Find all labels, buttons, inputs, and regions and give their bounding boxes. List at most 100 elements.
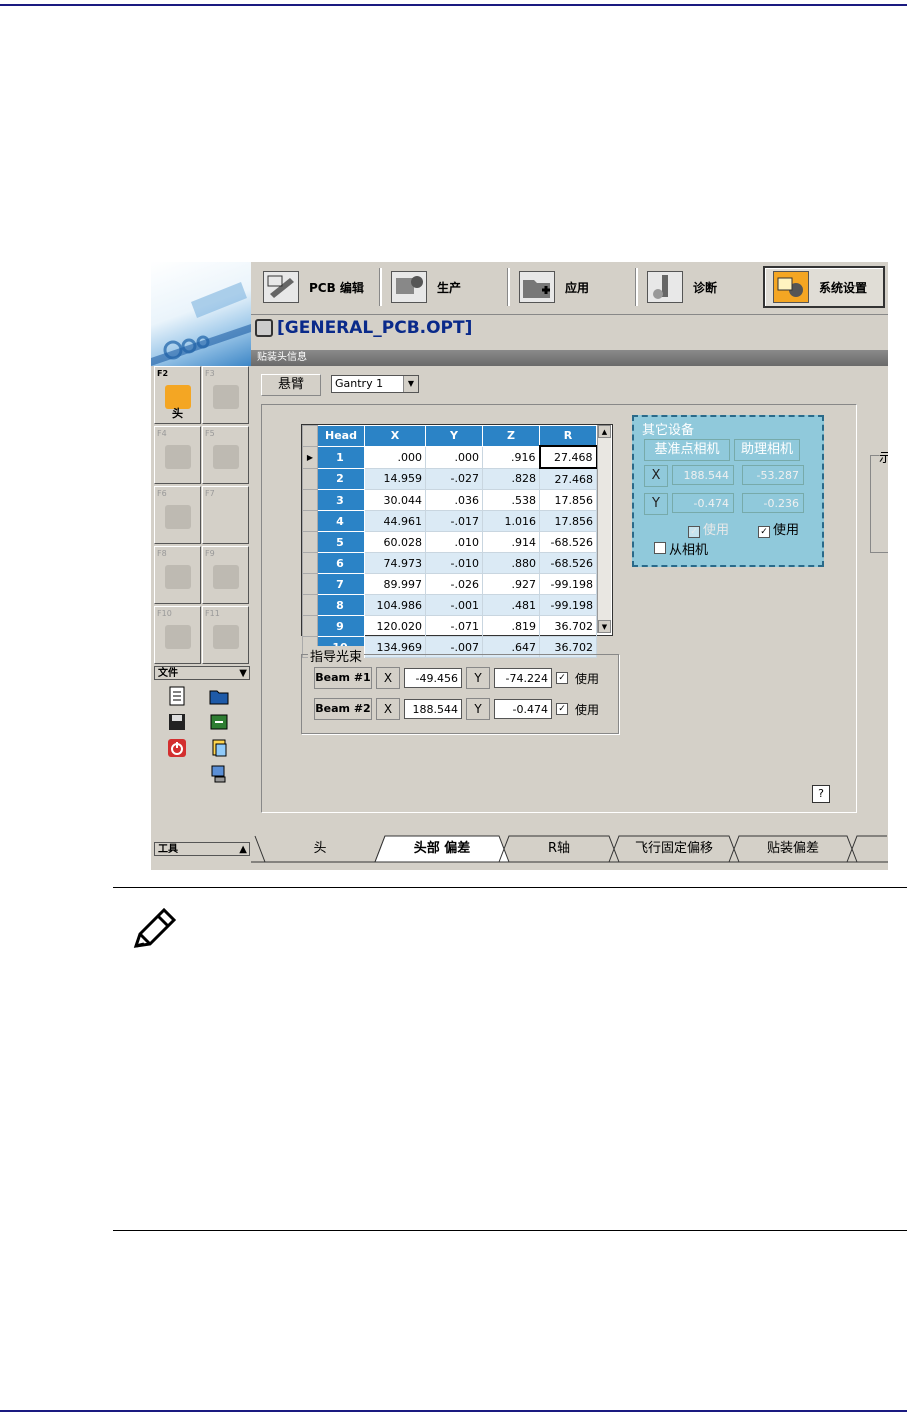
beam-2-use-checkbox[interactable]: ✓ — [556, 703, 568, 715]
table-cell[interactable]: 17.856 — [539, 489, 597, 511]
table-row[interactable]: 2 14.959 -.027 .828 27.468 — [302, 467, 597, 490]
tab-head[interactable]: 头 — [265, 836, 375, 862]
table-cell[interactable]: -.001 — [425, 594, 483, 616]
table-cell[interactable]: -99.198 — [539, 573, 597, 595]
fiducial-y-field[interactable]: -0.474 — [672, 493, 734, 513]
fkey-f3[interactable]: F3 — [202, 366, 249, 424]
table-row[interactable]: ▶ 1 .000 .000 .916 27.468 — [302, 445, 598, 469]
application-button[interactable]: 应用 — [511, 266, 631, 308]
tab-head-offset[interactable]: 头部 偏差 — [389, 836, 495, 862]
fkey-f4[interactable]: F4 — [154, 426, 201, 484]
fkey-f8[interactable]: F8 — [154, 546, 201, 604]
fkey-f2-head[interactable]: F2 头 — [154, 366, 201, 424]
assistant-use-option[interactable]: ✓ 使用 — [758, 519, 799, 538]
table-cell[interactable]: 120.020 — [364, 615, 426, 637]
table-cell[interactable]: 60.028 — [364, 531, 426, 553]
gantry-select[interactable]: Gantry 1 ▼ — [331, 375, 419, 393]
table-cell[interactable]: -.027 — [425, 467, 483, 490]
table-cell[interactable]: -.017 — [425, 510, 483, 532]
tab-flying-fixed-offset[interactable]: 飞行固定偏移 — [621, 836, 727, 862]
table-cell[interactable]: .000 — [425, 445, 483, 469]
table-scrollbar[interactable]: ▲ ▼ — [597, 425, 611, 633]
network-computer-icon[interactable] — [209, 764, 229, 784]
table-row[interactable]: 9 120.020 -.071 .819 36.702 — [302, 615, 597, 637]
system-settings-button[interactable]: 系统设置 — [763, 266, 885, 308]
table-cell[interactable]: 27.468 — [539, 467, 597, 490]
table-cell[interactable]: .538 — [482, 489, 540, 511]
table-cell[interactable]: .914 — [482, 531, 540, 553]
assistant-x-field[interactable]: -53.287 — [742, 465, 804, 485]
table-cell[interactable]: 14.959 — [364, 467, 426, 490]
table-row[interactable]: 5 60.028 .010 .914 -68.526 — [302, 531, 597, 553]
power-icon[interactable] — [167, 738, 187, 758]
table-cell[interactable]: .036 — [425, 489, 483, 511]
row-indicator — [302, 467, 318, 490]
table-cell[interactable]: -68.526 — [539, 531, 597, 553]
dropdown-arrow-icon[interactable]: ▼ — [403, 376, 418, 392]
table-cell[interactable]: -99.198 — [539, 594, 597, 616]
table-cell[interactable]: 30.044 — [364, 489, 426, 511]
slave-camera-checkbox[interactable] — [654, 542, 666, 554]
diagnose-button[interactable]: 诊断 — [639, 266, 759, 308]
fiducial-use-option[interactable]: ✓ 使用 — [688, 519, 729, 538]
fiducial-use-checkbox[interactable]: ✓ — [688, 526, 700, 538]
table-row[interactable]: 3 30.044 .036 .538 17.856 — [302, 489, 597, 511]
scroll-down-icon[interactable]: ▼ — [598, 620, 611, 633]
table-cell[interactable]: .010 — [425, 531, 483, 553]
table-cell[interactable]: -.026 — [425, 573, 483, 595]
table-cell[interactable]: .916 — [482, 445, 540, 469]
table-cell[interactable]: .828 — [482, 467, 540, 490]
fkey-f5[interactable]: F5 — [202, 426, 249, 484]
tab-strip: 头 头部 偏差 R轴 飞行固定偏移 贴装偏差 — [251, 832, 888, 870]
help-button[interactable]: ? — [812, 785, 830, 803]
table-cell[interactable]: .927 — [482, 573, 540, 595]
assistant-y-field[interactable]: -0.236 — [742, 493, 804, 513]
import-icon[interactable] — [209, 712, 229, 732]
fkey-f9[interactable]: F9 — [202, 546, 249, 604]
beam-2-y-field[interactable]: -0.474 — [494, 699, 552, 719]
scroll-up-icon[interactable]: ▲ — [598, 425, 611, 438]
beam-1-use-checkbox[interactable]: ✓ — [556, 672, 568, 684]
table-cell[interactable]: 1.016 — [482, 510, 540, 532]
table-cell[interactable]: 44.961 — [364, 510, 426, 532]
assistant-use-checkbox[interactable]: ✓ — [758, 526, 770, 538]
new-document-icon[interactable] — [167, 686, 187, 706]
slave-camera-option[interactable]: 从相机 — [654, 539, 708, 558]
table-cell: 1 — [317, 445, 365, 469]
table-cell[interactable]: .880 — [482, 552, 540, 574]
fkey-f7[interactable]: F7 — [202, 486, 249, 544]
table-cell[interactable]: 74.973 — [364, 552, 426, 574]
file-menu-header[interactable]: 文件 ▼ — [154, 666, 250, 680]
pcb-edit-button[interactable]: PCB 编辑 — [255, 266, 375, 308]
table-cell[interactable]: .819 — [482, 615, 540, 637]
table-row[interactable]: 6 74.973 -.010 .880 -68.526 — [302, 552, 597, 574]
fkey-f11[interactable]: F11 — [202, 606, 249, 664]
table-cell-selected[interactable]: 27.468 — [538, 445, 598, 469]
table-row[interactable]: 4 44.961 -.017 1.016 17.856 — [302, 510, 597, 532]
table-row[interactable]: 8 104.986 -.001 .481 -99.198 — [302, 594, 597, 616]
table-cell[interactable]: 89.997 — [364, 573, 426, 595]
table-cell[interactable]: .000 — [364, 445, 426, 469]
save-icon[interactable] — [167, 712, 187, 732]
table-cell[interactable]: -.071 — [425, 615, 483, 637]
table-cell[interactable]: 17.856 — [539, 510, 597, 532]
table-cell[interactable]: 104.986 — [364, 594, 426, 616]
beam-1-x-field[interactable]: -49.456 — [404, 668, 462, 688]
tab-placement-offset[interactable]: 贴装偏差 — [741, 836, 845, 862]
beam-1-y-field[interactable]: -74.224 — [494, 668, 552, 688]
tools-menu-header[interactable]: 工具 ▲ — [154, 842, 250, 856]
table-cell[interactable]: 36.702 — [539, 615, 597, 637]
copy-icon[interactable] — [209, 738, 229, 758]
production-button[interactable]: 生产 — [383, 266, 503, 308]
fkey-f10[interactable]: F10 — [154, 606, 201, 664]
fkey-f6[interactable]: F6 — [154, 486, 201, 544]
table-cell[interactable]: -.010 — [425, 552, 483, 574]
table-cell[interactable]: .481 — [482, 594, 540, 616]
tab-r-axis[interactable]: R轴 — [511, 836, 607, 862]
table-row[interactable]: 7 89.997 -.026 .927 -99.198 — [302, 573, 597, 595]
guide-beam-group: 指导光束 Beam #1 X -49.456 Y -74.224 ✓ 使用 Be… — [301, 646, 619, 734]
beam-2-x-field[interactable]: 188.544 — [404, 699, 462, 719]
table-cell[interactable]: -68.526 — [539, 552, 597, 574]
open-folder-icon[interactable] — [209, 686, 229, 706]
fiducial-x-field[interactable]: 188.544 — [672, 465, 734, 485]
